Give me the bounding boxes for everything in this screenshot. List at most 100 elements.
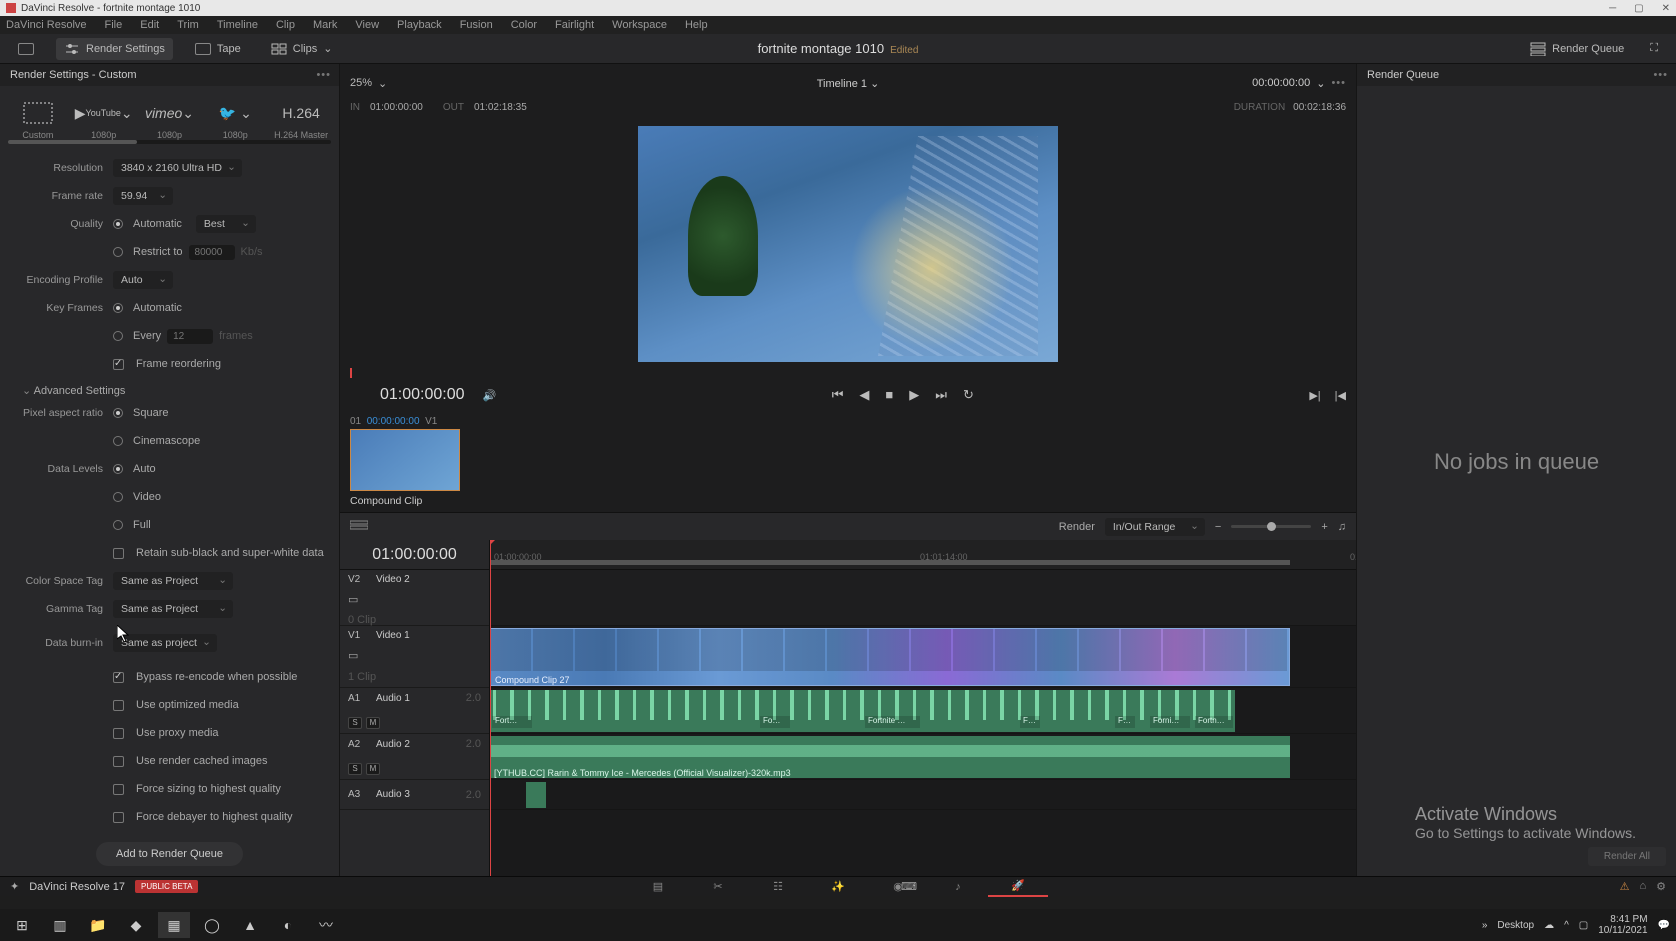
menu-item[interactable]: Playback — [397, 19, 442, 31]
zoom-select[interactable]: 25%⌄ — [350, 77, 387, 90]
fusion-page-icon[interactable]: ✨ — [808, 877, 868, 897]
deliver-page-icon[interactable]: 🚀 — [988, 877, 1048, 897]
start-button[interactable]: ⊞ — [6, 912, 38, 938]
timeline-name[interactable]: Timeline 1 ⌄ — [817, 77, 880, 90]
zoom-in-icon[interactable]: + — [1321, 521, 1327, 533]
notifications-icon[interactable]: 💬 — [1658, 920, 1670, 931]
preset-youtube[interactable]: ▶ YouTube ⌄ 1080p — [74, 96, 134, 140]
task-view-icon[interactable]: ▥ — [44, 912, 76, 938]
zoom-out-icon[interactable]: − — [1215, 521, 1221, 533]
advanced-settings-header[interactable]: Advanced Settings — [22, 384, 331, 397]
retain-check[interactable] — [113, 548, 124, 559]
render-range-bar[interactable] — [490, 560, 1290, 565]
chevron-down-icon[interactable]: ⌄ — [1316, 77, 1325, 90]
maximize-icon[interactable]: ▢ — [1634, 3, 1643, 14]
zoom-slider[interactable] — [1231, 525, 1311, 528]
playhead[interactable] — [490, 540, 491, 876]
track-enable-icon[interactable]: ▭ — [348, 649, 358, 662]
menu-item[interactable]: Workspace — [612, 19, 667, 31]
audio-clip[interactable] — [526, 782, 546, 808]
cut-page-icon[interactable]: ✂ — [688, 877, 748, 897]
minimize-icon[interactable]: ─ — [1609, 3, 1616, 14]
dl-full-radio[interactable] — [113, 520, 123, 530]
menu-item[interactable]: Trim — [177, 19, 199, 31]
optimized-check[interactable] — [113, 700, 124, 711]
audio-clip[interactable]: [YTHUB.CC] Rarin & Tommy Ice - Mercedes … — [490, 736, 1290, 778]
clip-thumbnail[interactable] — [350, 429, 460, 491]
tray-item[interactable]: ▢ — [1579, 920, 1588, 931]
menu-item[interactable]: Color — [511, 19, 537, 31]
audio-meter-icon[interactable]: ♫ — [1338, 521, 1346, 533]
sizing-check[interactable] — [113, 784, 124, 795]
preset-twitter[interactable]: 🐦 ⌄ 1080p — [205, 96, 265, 140]
mute-button[interactable]: M — [366, 763, 380, 775]
menu-item[interactable]: File — [105, 19, 123, 31]
play-icon[interactable]: ▶ — [909, 387, 919, 403]
tray-item[interactable]: ☁ — [1544, 920, 1554, 931]
menu-item[interactable]: Mark — [313, 19, 337, 31]
clips-toggle[interactable]: Clips ⌄ — [263, 38, 341, 60]
colorspace-select[interactable]: Same as Project — [113, 572, 233, 590]
menu-item[interactable]: DaVinci Resolve — [6, 19, 87, 31]
last-frame-icon[interactable]: ⏭ — [935, 387, 947, 403]
solo-button[interactable]: S — [348, 717, 362, 729]
quality-preset-select[interactable]: Best — [196, 215, 256, 233]
menu-item[interactable]: Clip — [276, 19, 295, 31]
menu-item[interactable]: Help — [685, 19, 708, 31]
jog-bar[interactable] — [350, 368, 1346, 378]
render-queue-toggle[interactable]: Render Queue — [1522, 38, 1632, 60]
menu-item[interactable]: Fusion — [460, 19, 493, 31]
app-icon[interactable]: 〰 — [310, 912, 342, 938]
quality-restrict-radio[interactable] — [113, 247, 123, 257]
encoding-profile-select[interactable]: Auto — [113, 271, 173, 289]
video-clip[interactable]: Compound Clip 27 — [490, 628, 1290, 686]
menu-item[interactable]: View — [355, 19, 379, 31]
menu-item[interactable]: Fairlight — [555, 19, 594, 31]
kf-auto-radio[interactable] — [113, 303, 123, 313]
warning-icon[interactable]: ⚠ — [1620, 880, 1630, 893]
viewer-options-icon[interactable]: ••• — [1331, 77, 1346, 89]
quality-auto-radio[interactable] — [113, 219, 123, 229]
dl-video-radio[interactable] — [113, 492, 123, 502]
track-enable-icon[interactable]: ▭ — [348, 593, 358, 606]
timeline-canvas[interactable]: 01:00:00:00 01:01:14:00 01:02:29:00 Comp… — [490, 540, 1356, 876]
audio-clip[interactable]: Fort… Fo… Fortnite … F… F… Forni… Fortn… — [490, 690, 1235, 732]
desktop-label[interactable]: Desktop — [1497, 920, 1534, 931]
panel-options-icon[interactable]: ••• — [1653, 69, 1668, 81]
explorer-icon[interactable]: 📁 — [82, 912, 114, 938]
preset-h264[interactable]: H.264 H.264 Master — [271, 96, 331, 140]
cached-check[interactable] — [113, 756, 124, 767]
mute-button[interactable]: M — [366, 717, 380, 729]
menu-item[interactable]: Timeline — [217, 19, 258, 31]
gamma-select[interactable]: Same as Project — [113, 600, 233, 618]
timeline-timecode[interactable]: 01:00:00:00 — [340, 540, 489, 570]
app-icon[interactable]: ◆ — [120, 912, 152, 938]
clock-time[interactable]: 8:41 PM — [1598, 914, 1647, 925]
add-to-queue-button[interactable]: Add to Render Queue — [96, 842, 243, 866]
color-page-icon[interactable]: ◉ — [868, 877, 928, 897]
dl-auto-radio[interactable] — [113, 464, 123, 474]
timeline-view-icon[interactable] — [350, 519, 368, 534]
expand-icon[interactable]: ⛶ — [1642, 38, 1666, 59]
app-icon[interactable]: ◐ — [272, 912, 304, 938]
debayer-check[interactable] — [113, 812, 124, 823]
quick-export-button[interactable] — [10, 39, 42, 59]
kf-every-radio[interactable] — [113, 331, 123, 341]
fairlight-page-icon[interactable]: ♪ — [928, 877, 988, 897]
first-frame-icon[interactable]: ⏮ — [832, 387, 844, 403]
next-clip-icon[interactable]: ▶| — [1309, 389, 1320, 402]
tape-toggle[interactable]: Tape — [187, 39, 249, 59]
clock-date[interactable]: 10/11/2021 — [1598, 925, 1647, 936]
chrome-icon[interactable]: ◯ — [196, 912, 228, 938]
solo-button[interactable]: S — [348, 763, 362, 775]
bypass-check[interactable] — [113, 672, 124, 683]
transport-timecode[interactable]: 01:00:00:00 — [380, 386, 465, 404]
par-square-radio[interactable] — [113, 408, 123, 418]
stop-icon[interactable]: ■ — [885, 387, 893, 403]
close-icon[interactable]: ✕ — [1662, 3, 1670, 14]
loop-icon[interactable]: ↻ — [963, 387, 974, 403]
viewer[interactable] — [340, 120, 1356, 368]
timeline-ruler[interactable]: 01:00:00:00 01:01:14:00 01:02:29:00 — [490, 540, 1356, 570]
frame-reorder-check[interactable] — [113, 359, 124, 370]
render-range-select[interactable]: In/Out Range — [1105, 518, 1205, 536]
